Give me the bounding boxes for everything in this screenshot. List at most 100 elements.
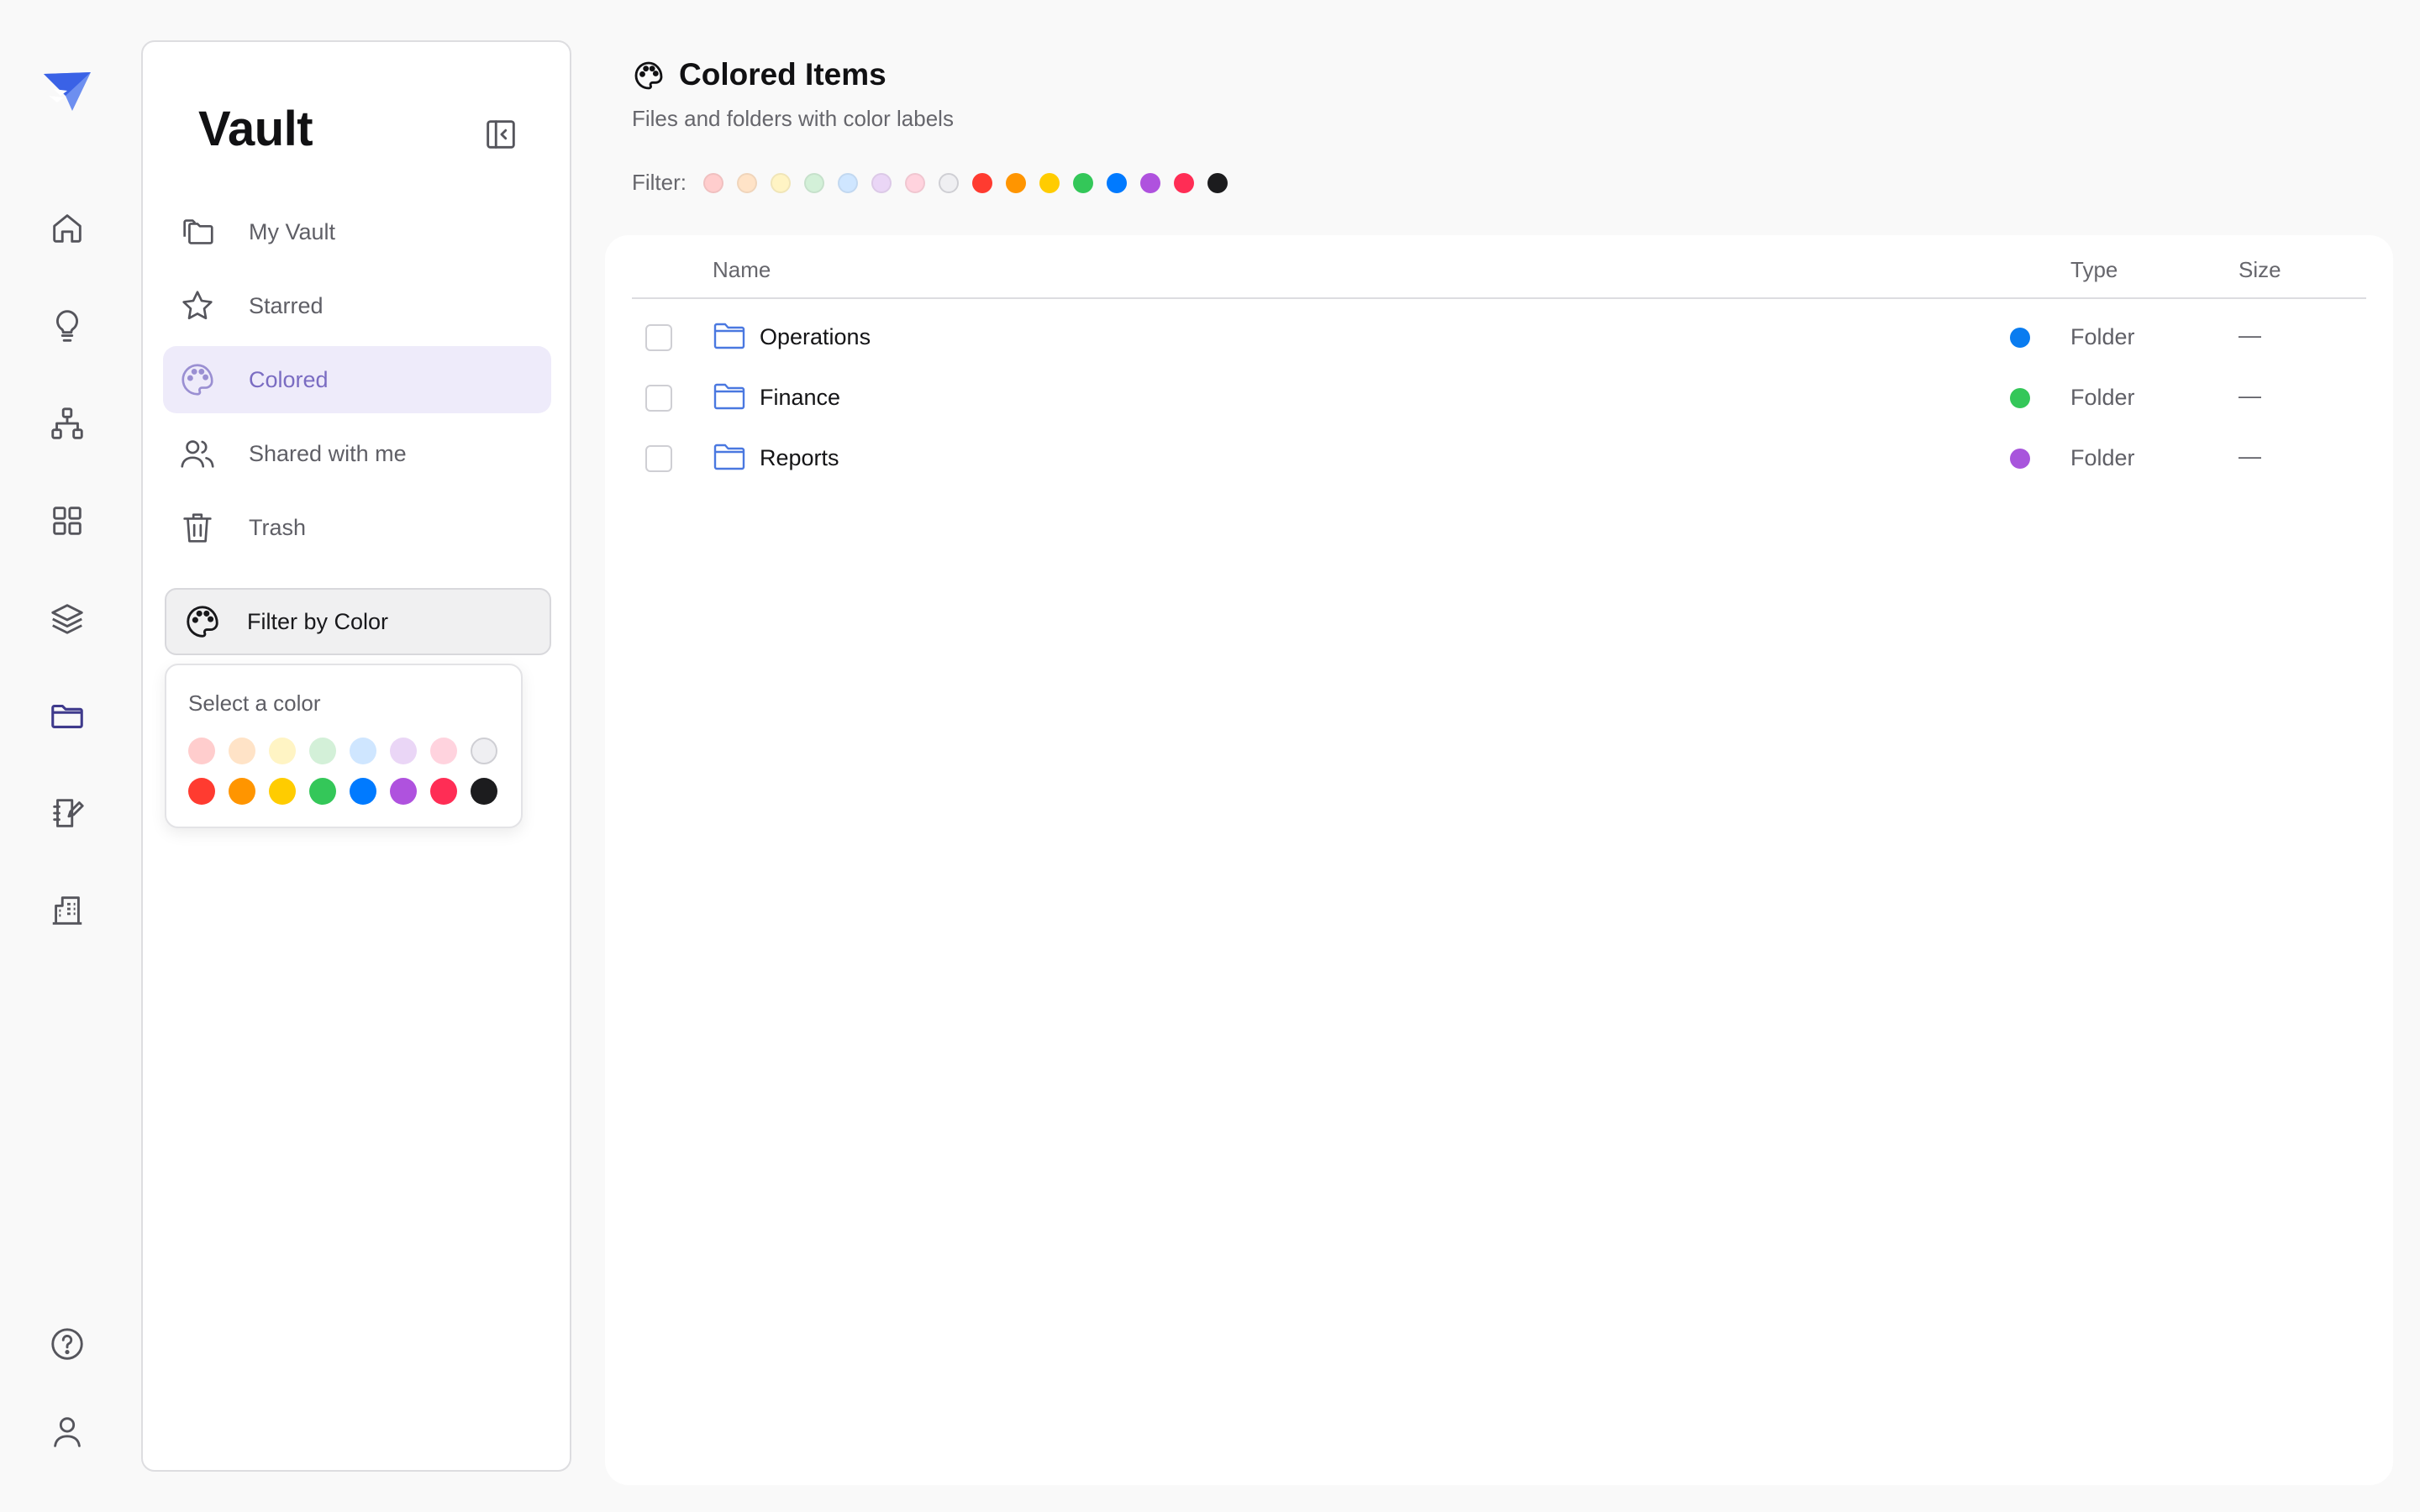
column-header-size[interactable]: Size (2238, 257, 2281, 283)
folder-icon (713, 321, 746, 351)
table-row[interactable]: Operations Folder — (632, 306, 2366, 366)
filter-color-dot-6[interactable] (871, 172, 892, 193)
light-swatch-1[interactable] (188, 738, 215, 764)
bold-swatch-2[interactable] (229, 778, 255, 805)
page-title: Colored Items (679, 57, 886, 92)
sidebar-title: Vault (198, 102, 313, 156)
sidebar-item-label: Trash (249, 514, 307, 540)
vault-sidebar: Vault My Vault Starred Colored Shared wi… (141, 40, 571, 1472)
bold-swatch-8[interactable] (471, 778, 497, 805)
sidebar-item-colored[interactable]: Colored (163, 346, 551, 413)
bold-swatch-5[interactable] (350, 778, 376, 805)
users-icon (178, 434, 217, 473)
palette-icon (183, 602, 222, 641)
bold-swatch-4[interactable] (309, 778, 336, 805)
filter-label: Filter: (632, 170, 687, 195)
filter-color-dot-14[interactable] (1140, 172, 1160, 193)
row-checkbox[interactable] (645, 445, 672, 472)
rail-organization-button[interactable] (44, 887, 91, 934)
table-row[interactable]: Reports Folder — (632, 427, 2366, 487)
row-name[interactable]: Reports (760, 445, 839, 471)
home-icon (53, 214, 82, 243)
rail-apps-button[interactable] (44, 497, 91, 544)
row-type: Folder (2070, 445, 2135, 470)
light-swatch-3[interactable] (269, 738, 296, 764)
filter-color-dot-9[interactable] (972, 172, 992, 193)
filter-color-dot-12[interactable] (1073, 172, 1093, 193)
table-header: Name Type Size (632, 235, 2366, 299)
filter-color-dot-5[interactable] (838, 172, 858, 193)
filter-color-dot-16[interactable] (1207, 172, 1228, 193)
rail-ideas-button[interactable] (44, 302, 91, 349)
row-size: — (2238, 383, 2261, 408)
color-label-dot (2010, 388, 2030, 408)
color-label-dot (2010, 449, 2030, 469)
rail-notes-button[interactable] (44, 790, 91, 837)
star-icon (178, 286, 217, 325)
sidebar-item-label: Colored (249, 366, 329, 392)
light-swatch-2[interactable] (229, 738, 255, 764)
color-label-dot (2010, 328, 2030, 348)
light-swatch-8[interactable] (471, 738, 497, 764)
filter-by-color-button[interactable]: Filter by Color (165, 588, 551, 655)
color-filter-bar: Filter: (632, 170, 1241, 196)
grid-icon (53, 507, 82, 535)
column-header-type[interactable]: Type (2070, 257, 2118, 283)
filter-color-dot-4[interactable] (804, 172, 824, 193)
user-icon (54, 1417, 81, 1447)
bold-swatch-1[interactable] (188, 778, 215, 805)
sidebar-item-label: My Vault (249, 218, 336, 244)
filter-color-dot-8[interactable] (939, 172, 959, 193)
sidebar-item-my-vault[interactable]: My Vault (163, 198, 551, 265)
rail-home-button[interactable] (44, 205, 91, 252)
paper-plane-logo[interactable] (42, 71, 92, 114)
rail-vault-button[interactable] (44, 692, 91, 739)
light-swatch-5[interactable] (350, 738, 376, 764)
filter-color-dot-1[interactable] (703, 172, 723, 193)
sidebar-item-shared-with-me[interactable]: Shared with me (163, 420, 551, 487)
building-icon (52, 896, 82, 925)
filter-color-dot-10[interactable] (1006, 172, 1026, 193)
row-name[interactable]: Finance (760, 385, 840, 411)
bold-swatch-row (188, 778, 511, 805)
page-subtitle: Files and folders with color labels (632, 106, 954, 131)
folder-icon (713, 442, 746, 472)
row-type: Folder (2070, 385, 2135, 410)
filter-color-dot-13[interactable] (1107, 172, 1127, 193)
collapse-sidebar-button[interactable] (477, 111, 524, 158)
row-type: Folder (2070, 324, 2135, 349)
rail-layers-button[interactable] (44, 595, 91, 642)
row-size: — (2238, 323, 2261, 348)
row-checkbox[interactable] (645, 385, 672, 412)
filter-color-dot-11[interactable] (1039, 172, 1060, 193)
bold-swatch-3[interactable] (269, 778, 296, 805)
folders-icon (178, 213, 217, 251)
filter-color-dot-7[interactable] (905, 172, 925, 193)
rail-hierarchy-button[interactable] (44, 400, 91, 447)
palette-icon (178, 360, 217, 399)
filter-color-dot-2[interactable] (737, 172, 757, 193)
column-header-name[interactable]: Name (713, 257, 771, 283)
filter-color-dot-15[interactable] (1174, 172, 1194, 193)
sidebar-item-label: Shared with me (249, 440, 407, 466)
bold-swatch-6[interactable] (390, 778, 417, 805)
filter-color-dot-3[interactable] (771, 172, 791, 193)
table-row[interactable]: Finance Folder — (632, 366, 2366, 427)
notebook-icon (53, 799, 84, 827)
rail-help-button[interactable] (44, 1320, 91, 1368)
color-picker-popover: Select a color (165, 664, 523, 828)
light-swatch-7[interactable] (430, 738, 457, 764)
bold-swatch-7[interactable] (430, 778, 457, 805)
items-table-card: Name Type Size Operations Folder — Finan… (605, 235, 2393, 1485)
row-name[interactable]: Operations (760, 324, 871, 350)
rail-profile-button[interactable] (44, 1408, 91, 1455)
row-checkbox[interactable] (645, 324, 672, 351)
lightbulb-icon (56, 310, 78, 342)
sidebar-item-trash[interactable]: Trash (163, 494, 551, 561)
color-picker-title: Select a color (188, 690, 321, 716)
folder-icon (51, 704, 83, 728)
sidebar-item-starred[interactable]: Starred (163, 272, 551, 339)
light-swatch-4[interactable] (309, 738, 336, 764)
light-swatch-6[interactable] (390, 738, 417, 764)
row-size: — (2238, 444, 2261, 469)
